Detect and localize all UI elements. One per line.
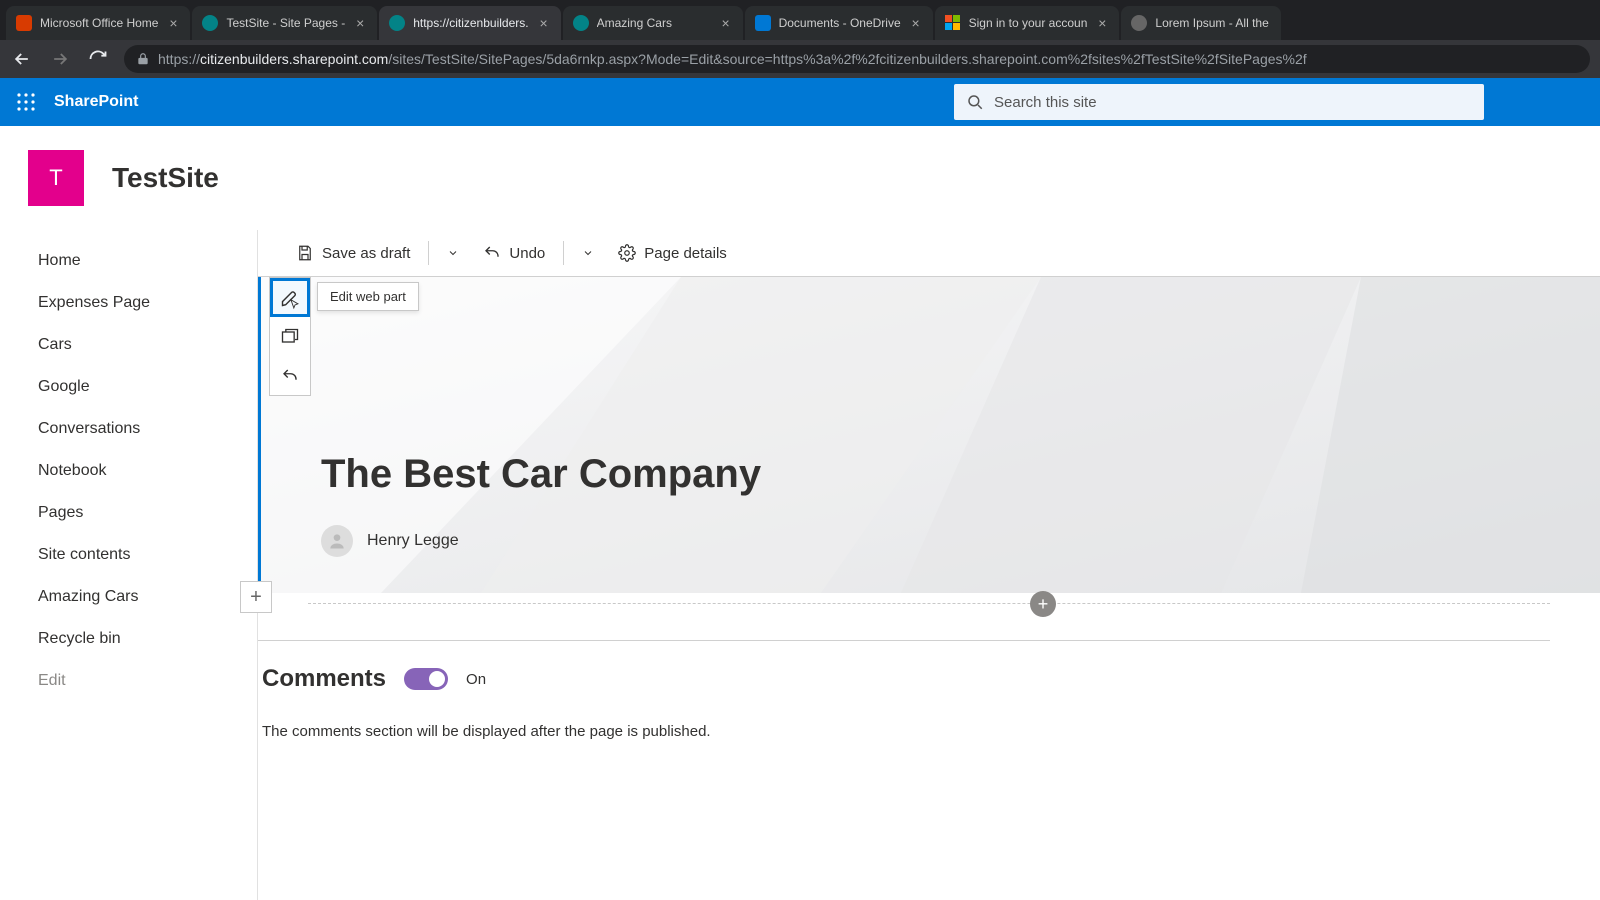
browser-tab-active[interactable]: https://citizenbuilders. × <box>379 6 560 40</box>
browser-tab[interactable]: Sign in to your accoun × <box>935 6 1120 40</box>
browser-tab[interactable]: Lorem Ipsum - All the <box>1121 6 1281 40</box>
back-button[interactable] <box>10 47 34 71</box>
site-logo[interactable]: T <box>28 150 84 206</box>
suite-bar: SharePoint <box>0 78 1600 126</box>
save-draft-label: Save as draft <box>322 245 410 262</box>
office-icon <box>16 15 32 31</box>
browser-tab[interactable]: Amazing Cars × <box>563 6 743 40</box>
comments-message: The comments section will be displayed a… <box>262 723 1600 740</box>
divider <box>428 241 429 265</box>
main-area: Save as draft Undo Page details <box>258 230 1600 900</box>
close-icon[interactable]: × <box>537 16 551 30</box>
address-bar: https://citizenbuilders.sharepoint.com/s… <box>0 40 1600 78</box>
reload-button[interactable] <box>86 47 110 71</box>
nav-notebook[interactable]: Notebook <box>0 450 257 492</box>
move-webpart-button[interactable] <box>270 317 310 356</box>
page-details-button[interactable]: Page details <box>608 238 737 268</box>
page-canvas: + <box>258 276 1600 740</box>
browser-tab[interactable]: TestSite - Site Pages - × <box>192 6 377 40</box>
sharepoint-icon <box>573 15 589 31</box>
nav-conversations[interactable]: Conversations <box>0 408 257 450</box>
tab-title: Documents - OneDrive <box>779 16 901 30</box>
title-banner[interactable]: Edit web part The Best Car Company Henry… <box>258 277 1600 593</box>
nav-cars[interactable]: Cars <box>0 324 257 366</box>
nav-pages[interactable]: Pages <box>0 492 257 534</box>
horizontal-rule <box>258 640 1550 641</box>
comments-toggle[interactable] <box>404 668 448 690</box>
author-name[interactable]: Henry Legge <box>367 532 459 550</box>
webpart-toolbar <box>269 277 311 396</box>
avatar[interactable] <box>321 525 353 557</box>
browser-tab[interactable]: Microsoft Office Home × <box>6 6 190 40</box>
nav-edit[interactable]: Edit <box>0 660 257 702</box>
comments-section: Comments On The comments section will be… <box>258 665 1600 740</box>
nav-expenses[interactable]: Expenses Page <box>0 282 257 324</box>
microsoft-icon <box>945 15 961 31</box>
save-dropdown[interactable] <box>437 241 469 265</box>
cursor-icon <box>288 296 302 314</box>
tab-title: Microsoft Office Home <box>40 16 158 30</box>
nav-amazing-cars[interactable]: Amazing Cars <box>0 576 257 618</box>
command-bar: Save as draft Undo Page details <box>258 230 1600 276</box>
url-field[interactable]: https://citizenbuilders.sharepoint.com/s… <box>124 45 1590 73</box>
undo-icon <box>483 244 501 262</box>
save-draft-button[interactable]: Save as draft <box>286 238 420 268</box>
author-row: Henry Legge <box>321 525 761 557</box>
globe-icon <box>1131 15 1147 31</box>
edit-webpart-button[interactable] <box>270 278 310 317</box>
undo-dropdown[interactable] <box>572 241 604 265</box>
close-icon[interactable]: × <box>166 16 180 30</box>
site-title[interactable]: TestSite <box>112 162 219 194</box>
page-details-label: Page details <box>644 245 727 262</box>
close-icon[interactable]: × <box>353 16 367 30</box>
browser-tab-strip: Microsoft Office Home × TestSite - Site … <box>0 0 1600 40</box>
tab-title: Amazing Cars <box>597 16 711 30</box>
comments-toggle-label: On <box>466 671 486 688</box>
forward-button[interactable] <box>48 47 72 71</box>
section-divider: + <box>308 603 1550 604</box>
brand-label[interactable]: SharePoint <box>54 93 138 111</box>
comments-title: Comments <box>262 665 386 693</box>
tab-title: https://citizenbuilders. <box>413 16 528 30</box>
onedrive-icon <box>755 15 771 31</box>
edit-webpart-tooltip: Edit web part <box>317 282 419 311</box>
sharepoint-icon <box>202 15 218 31</box>
add-section-button[interactable]: + <box>240 581 272 613</box>
add-webpart-button[interactable]: + <box>1030 591 1056 617</box>
tab-title: TestSite - Site Pages - <box>226 16 345 30</box>
close-icon[interactable]: × <box>719 16 733 30</box>
save-icon <box>296 244 314 262</box>
nav-google[interactable]: Google <box>0 366 257 408</box>
gear-icon <box>618 244 636 262</box>
url-text: https://citizenbuilders.sharepoint.com/s… <box>158 51 1307 67</box>
search-box[interactable] <box>954 84 1484 120</box>
reset-webpart-button[interactable] <box>270 356 310 395</box>
page-title[interactable]: The Best Car Company <box>321 452 761 497</box>
nav-site-contents[interactable]: Site contents <box>0 534 257 576</box>
app-launcher-icon[interactable] <box>16 92 36 112</box>
close-icon[interactable]: × <box>1095 16 1109 30</box>
nav-home[interactable]: Home <box>0 240 257 282</box>
divider <box>563 241 564 265</box>
undo-button[interactable]: Undo <box>473 238 555 268</box>
site-logo-letter: T <box>49 165 62 191</box>
browser-tab[interactable]: Documents - OneDrive × <box>745 6 933 40</box>
tab-title: Lorem Ipsum - All the <box>1155 16 1271 30</box>
search-icon <box>966 93 984 111</box>
sharepoint-icon <box>389 15 405 31</box>
nav-recycle-bin[interactable]: Recycle bin <box>0 618 257 660</box>
tab-title: Sign in to your accoun <box>969 16 1088 30</box>
lock-icon <box>136 52 150 66</box>
left-nav: Home Expenses Page Cars Google Conversat… <box>0 230 258 900</box>
undo-label: Undo <box>509 245 545 262</box>
search-input[interactable] <box>994 94 1472 111</box>
close-icon[interactable]: × <box>909 16 923 30</box>
site-header: T TestSite <box>0 126 1600 230</box>
